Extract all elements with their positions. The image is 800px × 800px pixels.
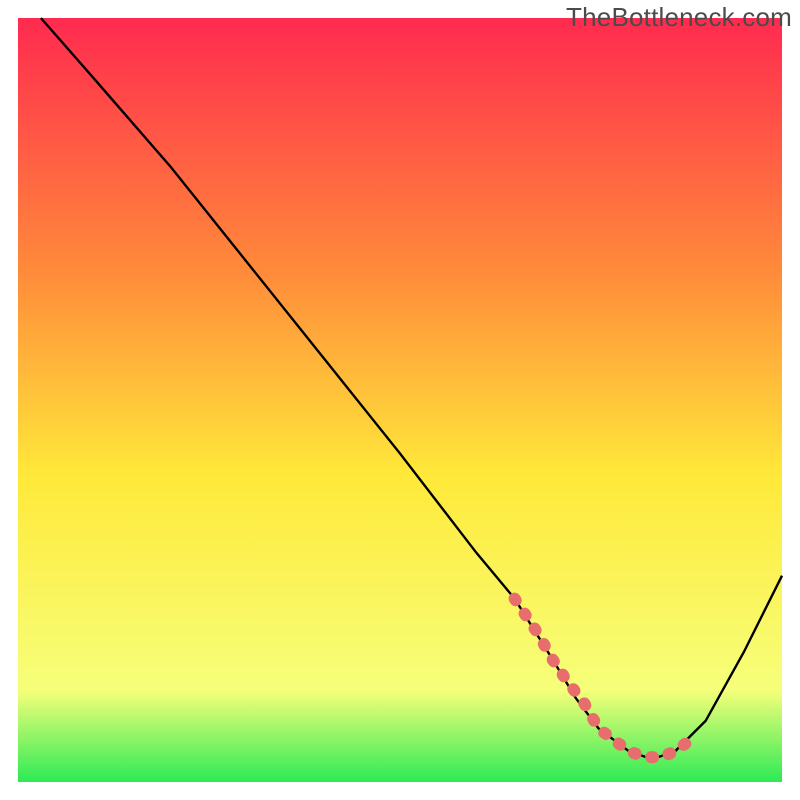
bottleneck-chart bbox=[0, 0, 800, 800]
chart-container: TheBottleneck.com bbox=[0, 0, 800, 800]
watermark-text: TheBottleneck.com bbox=[566, 2, 792, 33]
plot-area bbox=[0, 0, 800, 800]
gradient-bg bbox=[18, 18, 782, 782]
